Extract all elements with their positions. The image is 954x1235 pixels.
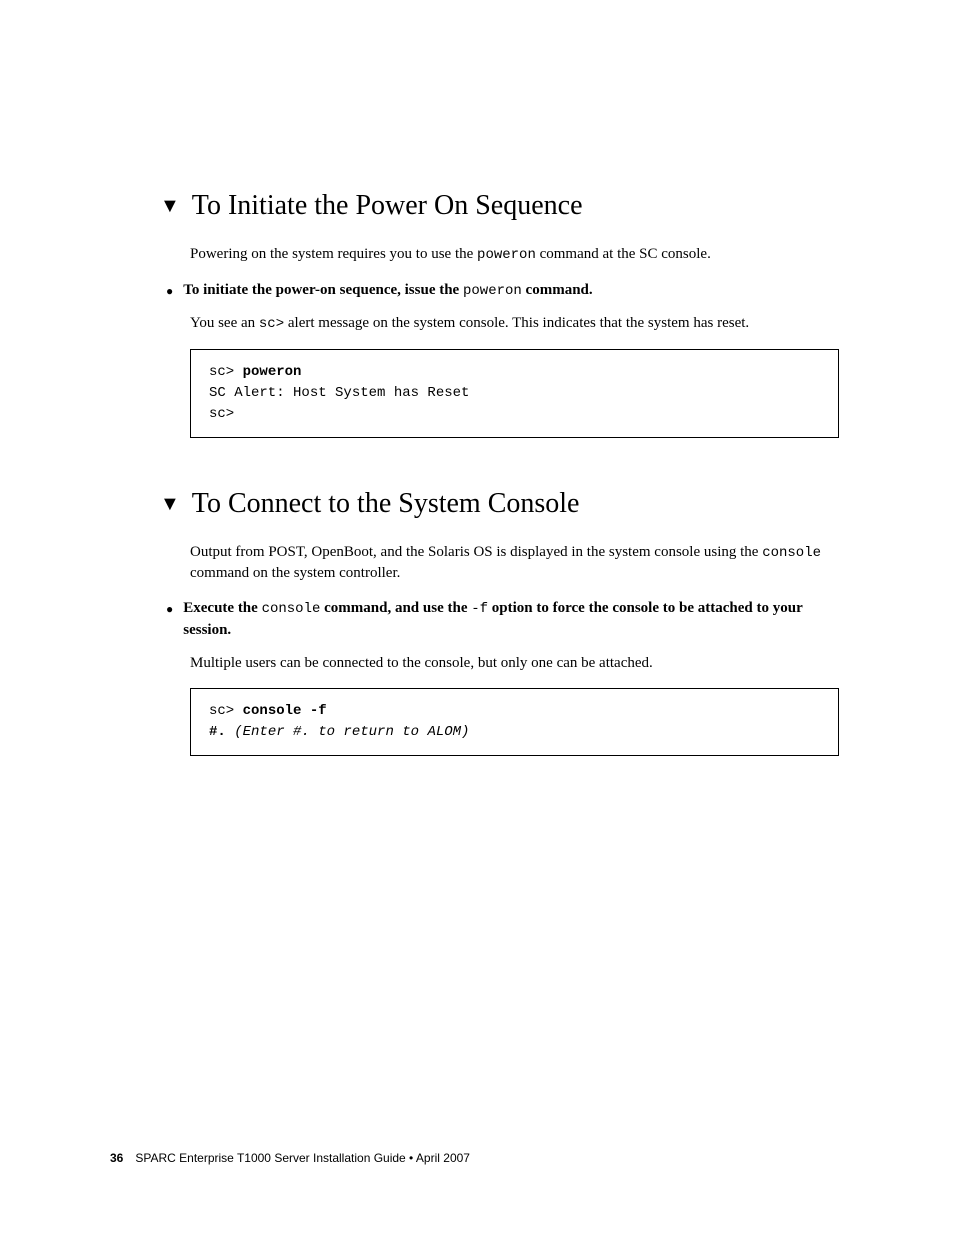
section2-bullet-a: Execute the — [183, 600, 261, 616]
section1-code-block: sc> poweron SC Alert: Host System has Re… — [190, 349, 839, 438]
section2-para2: Multiple users can be connected to the c… — [190, 653, 839, 674]
section2-bullet-code1: console — [262, 601, 321, 617]
code-cmd: poweron — [243, 364, 302, 380]
section1-bullet-a: To initiate the power-on sequence, issue… — [183, 282, 463, 298]
page-footer: 36 SPARC Enterprise T1000 Server Installa… — [110, 1151, 470, 1165]
page-number: 36 — [110, 1151, 123, 1165]
section2-bullet-b: command, and use the — [320, 600, 471, 616]
triangle-down-icon: ▼ — [160, 195, 180, 218]
code-prefix: sc> — [209, 703, 243, 719]
section2-bullet: ● Execute the console command, and use t… — [166, 598, 839, 641]
section1-para1: Powering on the system requires you to u… — [190, 244, 839, 266]
section2-para1: Output from POST, OpenBoot, and the Sola… — [190, 542, 839, 585]
section1-bullet: ● To initiate the power-on sequence, iss… — [166, 280, 839, 302]
code-cmd: console -f — [243, 703, 327, 719]
section1-para1-code: poweron — [477, 247, 536, 263]
triangle-down-icon: ▼ — [160, 493, 180, 516]
code-prefix: sc> — [209, 364, 243, 380]
code-line3: sc> — [209, 406, 234, 422]
section1-para2-code: sc> — [259, 316, 284, 332]
section1-heading-text: To Initiate the Power On Sequence — [192, 190, 583, 222]
section1-para2: You see an sc> alert message on the syst… — [190, 313, 839, 335]
bullet-icon: ● — [166, 284, 173, 299]
section2-para1-a: Output from POST, OpenBoot, and the Sola… — [190, 544, 762, 560]
page-content: ▼ To Initiate the Power On Sequence Powe… — [0, 0, 954, 756]
section1-bullet-text: To initiate the power-on sequence, issue… — [183, 280, 592, 302]
section1-heading: ▼ To Initiate the Power On Sequence — [160, 190, 839, 222]
section1-bullet-code: poweron — [463, 283, 522, 299]
bullet-icon: ● — [166, 602, 173, 617]
section2-heading: ▼ To Connect to the System Console — [160, 488, 839, 520]
section2-bullet-code2: -f — [471, 601, 488, 617]
section1-para1-a: Powering on the system requires you to u… — [190, 246, 477, 262]
section2-para1-b: command on the system controller. — [190, 565, 400, 581]
section2-bullet-text: Execute the console command, and use the… — [183, 598, 839, 641]
section2-para1-code: console — [762, 545, 821, 561]
section1-para1-b: command at the SC console. — [536, 246, 711, 262]
section1-para2-b: alert message on the system console. Thi… — [284, 315, 749, 331]
footer-text: SPARC Enterprise T1000 Server Installati… — [135, 1151, 470, 1165]
code-line2-italic: (Enter #. to return to ALOM) — [226, 724, 470, 740]
section2-code-block: sc> console -f #. (Enter #. to return to… — [190, 688, 839, 756]
code-line2: SC Alert: Host System has Reset — [209, 385, 469, 401]
section1-bullet-b: command. — [522, 282, 593, 298]
code-line2-bold: #. — [209, 724, 226, 740]
section1-para2-a: You see an — [190, 315, 259, 331]
section2-heading-text: To Connect to the System Console — [192, 488, 580, 520]
